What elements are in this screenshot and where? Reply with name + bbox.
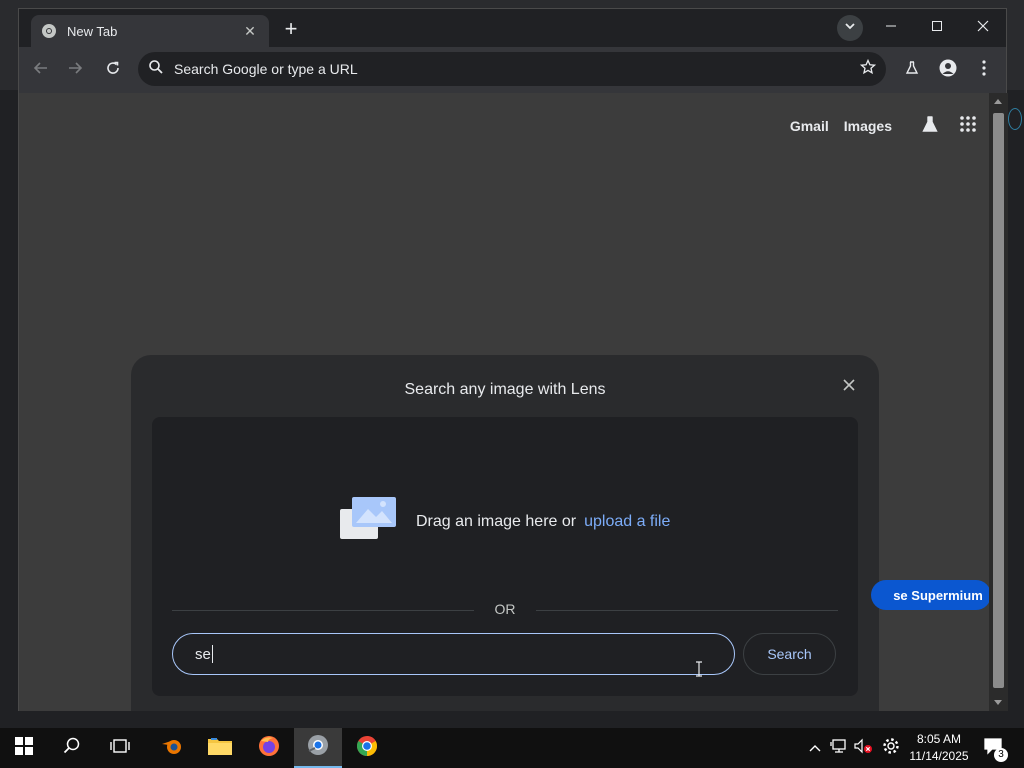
task-view-button[interactable] — [96, 728, 144, 768]
clock-time: 8:05 AM — [916, 732, 962, 746]
lens-dialog-title: Search any image with Lens — [404, 381, 606, 398]
forward-icon — [67, 60, 83, 81]
taskbar-supermium-active[interactable] — [294, 728, 342, 768]
network-tray-button[interactable] — [828, 728, 850, 768]
labs-button[interactable] — [898, 56, 926, 84]
forward-button[interactable] — [61, 56, 89, 84]
drop-instructions: Drag an image here or upload a file — [338, 495, 670, 548]
windows-start-icon — [15, 736, 33, 760]
firefox-icon — [258, 735, 280, 762]
or-label: OR — [494, 601, 516, 617]
menu-icon — [982, 59, 986, 81]
star-icon[interactable] — [859, 58, 877, 80]
back-icon — [33, 60, 49, 81]
reload-button[interactable] — [99, 56, 127, 84]
image-drop-zone[interactable]: Drag an image here or upload a file OR s… — [152, 417, 858, 696]
tab-strip: New Tab ✕ + — [19, 9, 1006, 47]
lens-close-button[interactable] — [837, 375, 861, 399]
drop-text: Drag an image here or — [416, 512, 577, 530]
taskbar-chrome[interactable] — [343, 728, 391, 768]
chevron-down-icon — [844, 19, 856, 37]
lens-search-button[interactable]: Search — [743, 633, 836, 675]
or-divider: OR — [172, 601, 838, 619]
image-link-input[interactable]: se — [172, 633, 735, 675]
scroll-up-arrow[interactable] — [994, 99, 1002, 104]
notification-count-badge: 3 — [994, 748, 1008, 762]
chrome-app-icon — [355, 734, 379, 763]
profile-icon — [939, 59, 957, 82]
maximize-icon — [931, 19, 943, 37]
clock-date: 11/14/2025 — [909, 749, 969, 763]
gmail-link[interactable]: Gmail — [790, 118, 829, 134]
browser-toolbar: Search Google or type a URL — [19, 47, 1006, 93]
minimize-icon — [885, 19, 897, 37]
task-view-icon — [109, 738, 131, 759]
images-link[interactable]: Images — [844, 118, 892, 134]
taskbar-blender[interactable] — [148, 728, 196, 768]
tab-new-tab[interactable]: New Tab ✕ — [31, 15, 269, 47]
blender-icon — [160, 736, 184, 761]
browser-window: New Tab ✕ + Search Google or type a URL … — [18, 8, 1008, 711]
close-icon — [843, 378, 855, 396]
divider-line-left — [172, 610, 474, 611]
settings-tray-button[interactable] — [879, 728, 903, 768]
apps-grid-icon — [959, 115, 977, 138]
supermium-button[interactable]: se Supermium — [871, 580, 991, 610]
new-tab-button[interactable]: + — [279, 17, 303, 41]
taskbar-search-button[interactable] — [48, 728, 96, 768]
volume-icon — [853, 738, 873, 759]
flask-icon — [904, 60, 920, 81]
upload-file-link[interactable]: upload a file — [584, 513, 670, 531]
ntp-header-links: Gmail Images — [790, 111, 983, 141]
desktop-ring-icon — [1008, 108, 1022, 130]
maximize-button[interactable] — [914, 9, 960, 47]
close-window-button[interactable] — [960, 9, 1006, 47]
page-scrollbar[interactable] — [989, 93, 1008, 711]
mouse-ibeam-cursor — [695, 661, 703, 677]
profile-button[interactable] — [934, 56, 962, 84]
taskbar-firefox[interactable] — [245, 728, 293, 768]
tab-close-icon[interactable]: ✕ — [241, 22, 259, 40]
browser-menu-button[interactable] — [970, 56, 998, 84]
scroll-down-arrow[interactable] — [994, 700, 1002, 705]
image-link-input-value: se — [195, 645, 211, 663]
taskbar-clock[interactable]: 8:05 AM 11/14/2025 — [906, 731, 972, 765]
folder-icon — [207, 736, 233, 761]
back-button[interactable] — [27, 56, 55, 84]
settings-icon — [882, 737, 900, 760]
volume-tray-button[interactable] — [852, 728, 874, 768]
taskbar-file-explorer[interactable] — [196, 728, 244, 768]
chevron-up-icon — [809, 739, 821, 757]
reload-icon — [105, 60, 121, 81]
minimize-button[interactable] — [868, 9, 914, 47]
lens-dialog: Search any image with Lens Drag an image… — [131, 355, 879, 711]
desktop-right-edge — [1006, 90, 1024, 710]
scrollbar-thumb[interactable] — [993, 113, 1004, 688]
network-icon — [830, 738, 848, 759]
google-apps-button[interactable] — [953, 111, 983, 141]
address-bar-text: Search Google or type a URL — [174, 61, 358, 77]
close-icon — [977, 19, 989, 37]
new-tab-page: Gmail Images Search any image with Lens — [19, 93, 989, 711]
chrome-icon — [41, 23, 57, 39]
taskbar: 8:05 AM 11/14/2025 3 — [0, 728, 1024, 768]
show-hidden-icons-button[interactable] — [805, 728, 825, 768]
flask-icon — [921, 115, 939, 138]
start-button[interactable] — [0, 728, 48, 768]
tab-title: New Tab — [67, 23, 118, 39]
text-caret — [211, 645, 213, 663]
search-icon — [148, 59, 164, 80]
address-bar[interactable]: Search Google or type a URL — [138, 52, 886, 86]
divider-line-right — [536, 610, 838, 611]
ntp-labs-button[interactable] — [915, 111, 945, 141]
tab-search-button[interactable] — [837, 15, 863, 41]
search-icon — [63, 737, 81, 760]
chromium-icon — [306, 733, 330, 762]
image-icon — [338, 495, 398, 548]
